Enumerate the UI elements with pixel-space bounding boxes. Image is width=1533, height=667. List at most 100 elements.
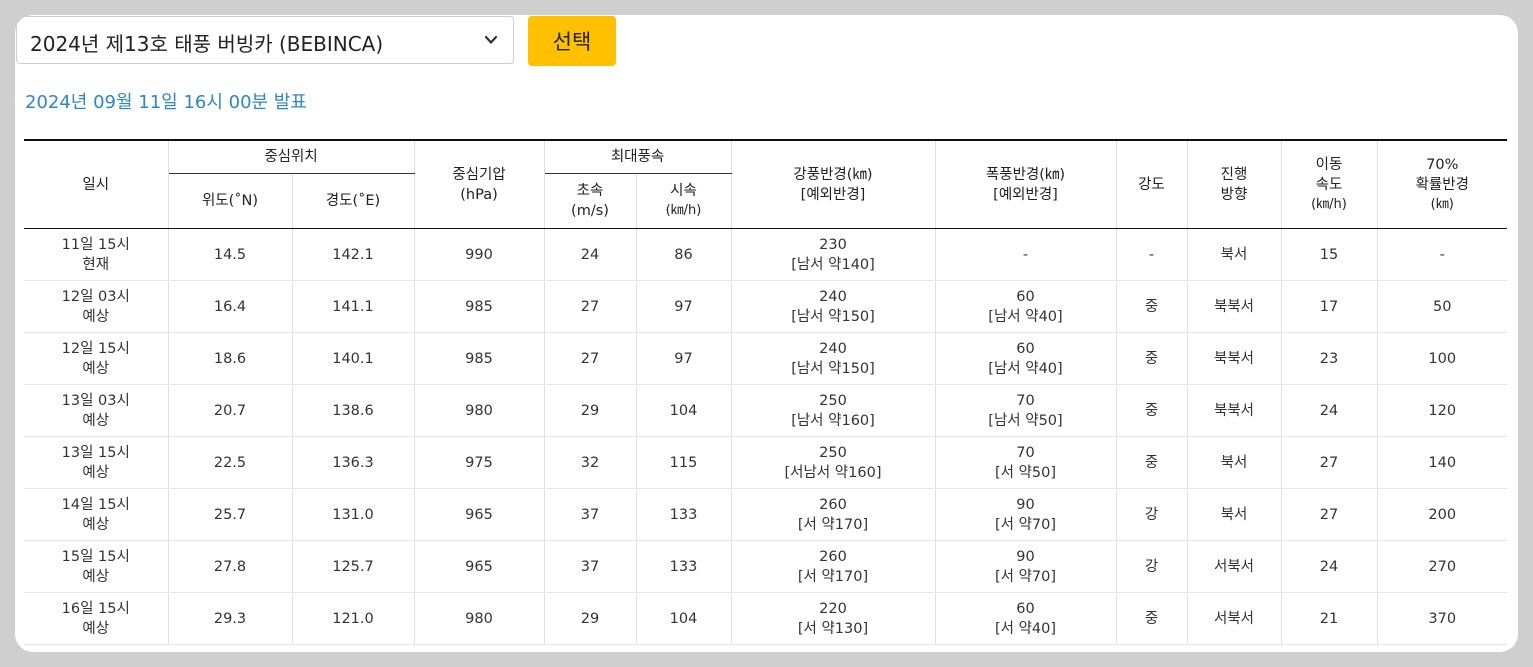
cell-datetime: 13일 15시 예상 bbox=[24, 436, 169, 489]
cell-wind-ms: 37 bbox=[543, 540, 637, 593]
typhoon-forecast-table: 일시 중심위치 중심기압 (hPa) 최대풍속 강풍반경(㎞) [예외반경] 폭풍반… bbox=[24, 139, 1507, 645]
cell-storm-radius: 90 [서 약70] bbox=[934, 488, 1117, 541]
table-row: 13일 15시 예상 22.5 136.3 975 32 115 250 [서남서 약160] 7… bbox=[24, 436, 1507, 489]
cell-datetime: 13일 03시 예상 bbox=[24, 384, 169, 437]
typhoon-select[interactable]: 2024년 제13호 태풍 버빙카 (BEBINCA) bbox=[16, 16, 514, 64]
cell-wind-ms: 37 bbox=[543, 488, 637, 541]
cell-strong-wind-radius: 220 [서 약130] bbox=[730, 592, 936, 645]
cell-move-speed: 24 bbox=[1280, 540, 1378, 593]
table-row: 13일 03시 예상 20.7 138.6 980 29 104 250 [남서 약160] 70… bbox=[24, 384, 1507, 437]
col-header-longitude: 경도(˚E) bbox=[291, 173, 415, 229]
cell-longitude: 138.6 bbox=[291, 384, 415, 437]
cell-latitude: 25.7 bbox=[167, 488, 293, 541]
cell-wind-ms: 29 bbox=[543, 384, 637, 437]
cell-intensity: - bbox=[1115, 228, 1188, 281]
col-header-intensity: 강도 bbox=[1115, 140, 1188, 229]
cell-wind-ms: 27 bbox=[543, 280, 637, 333]
cell-wind-kmh: 86 bbox=[635, 228, 732, 281]
cell-datetime: 11일 15시 현재 bbox=[24, 228, 169, 281]
table-row: 12일 03시 예상 16.4 141.1 985 27 97 240 [남서 약150] 60[… bbox=[24, 280, 1507, 333]
cell-intensity: 중 bbox=[1115, 436, 1188, 489]
table-row: 15일 15시 예상 27.8 125.7 965 37 133 260 [서 약170] 90[… bbox=[24, 540, 1507, 593]
cell-direction: 북서 bbox=[1186, 228, 1282, 281]
cell-move-speed: 24 bbox=[1280, 384, 1378, 437]
cell-wind-kmh: 133 bbox=[635, 488, 732, 541]
table-row: 16일 15시 예상 29.3 121.0 980 29 104 220 [서 약130] 60[… bbox=[24, 592, 1507, 645]
cell-longitude: 142.1 bbox=[291, 228, 415, 281]
cell-strong-wind-radius: 260 [서 약170] bbox=[730, 540, 936, 593]
col-header-wind-kmh: 시속 (㎞/h) bbox=[635, 173, 731, 229]
cell-strong-wind-radius: 250 [서남서 약160] bbox=[730, 436, 936, 489]
cell-datetime: 12일 03시 예상 bbox=[24, 280, 169, 333]
cell-intensity: 중 bbox=[1115, 592, 1188, 645]
cell-prob-radius: 100 bbox=[1376, 332, 1507, 385]
cell-prob-radius: 270 bbox=[1376, 540, 1507, 593]
col-header-datetime: 일시 bbox=[24, 140, 169, 229]
cell-latitude: 14.5 bbox=[167, 228, 293, 281]
table-row: 14일 15시 예상 25.7 131.0 965 37 133 260 [서 약170] 90[… bbox=[24, 488, 1507, 541]
col-header-strong-wind-radius: 강풍반경(㎞) [예외반경] bbox=[730, 140, 936, 229]
cell-move-speed: 27 bbox=[1280, 436, 1378, 489]
col-group-center-position: 중심위치 bbox=[167, 140, 415, 174]
cell-wind-kmh: 97 bbox=[635, 280, 732, 333]
cell-intensity: 강 bbox=[1115, 540, 1188, 593]
cell-wind-kmh: 104 bbox=[635, 592, 732, 645]
cell-storm-radius: 90 [서 약70] bbox=[934, 540, 1117, 593]
cell-pressure: 985 bbox=[413, 332, 545, 385]
cell-prob-radius: 120 bbox=[1376, 384, 1507, 437]
col-header-move-speed: 이동 속도 (㎞/h) bbox=[1280, 140, 1378, 229]
cell-wind-ms: 32 bbox=[543, 436, 637, 489]
cell-prob-radius: 200 bbox=[1376, 488, 1507, 541]
table-row: 12일 15시 예상 18.6 140.1 985 27 97 240 [남서 약150] 60[… bbox=[24, 332, 1507, 385]
cell-direction: 서북서 bbox=[1186, 540, 1282, 593]
cell-longitude: 141.1 bbox=[291, 280, 415, 333]
cell-prob-radius: 370 bbox=[1376, 592, 1507, 645]
cell-strong-wind-radius: 230 [남서 약140] bbox=[730, 228, 936, 281]
cell-prob-radius: 50 bbox=[1376, 280, 1507, 333]
forecast-panel: 2024년 제13호 태풍 버빙카 (BEBINCA) 선택 2024년 09월… bbox=[15, 15, 1518, 652]
cell-latitude: 20.7 bbox=[167, 384, 293, 437]
col-header-prob-radius: 70% 확률반경 (㎞) bbox=[1376, 140, 1507, 229]
cell-direction: 북서 bbox=[1186, 436, 1282, 489]
cell-longitude: 131.0 bbox=[291, 488, 415, 541]
cell-storm-radius: 60 [남서 약40] bbox=[934, 280, 1117, 333]
cell-storm-radius: - bbox=[934, 228, 1117, 281]
cell-datetime: 16일 15시 예상 bbox=[24, 592, 169, 645]
cell-pressure: 980 bbox=[413, 384, 545, 437]
cell-intensity: 중 bbox=[1115, 384, 1188, 437]
cell-longitude: 121.0 bbox=[291, 592, 415, 645]
cell-latitude: 16.4 bbox=[167, 280, 293, 333]
cell-wind-kmh: 97 bbox=[635, 332, 732, 385]
table-row: 11일 15시 현재 14.5 142.1 990 24 86 230 [남서 약140] - - 북… bbox=[24, 228, 1507, 281]
cell-storm-radius: 70 [서 약50] bbox=[934, 436, 1117, 489]
cell-wind-ms: 27 bbox=[543, 332, 637, 385]
select-button[interactable]: 선택 bbox=[528, 16, 616, 66]
cell-storm-radius: 60 [남서 약40] bbox=[934, 332, 1117, 385]
cell-intensity: 중 bbox=[1115, 332, 1188, 385]
cell-wind-ms: 29 bbox=[543, 592, 637, 645]
cell-prob-radius: - bbox=[1376, 228, 1507, 281]
cell-strong-wind-radius: 260 [서 약170] bbox=[730, 488, 936, 541]
cell-intensity: 중 bbox=[1115, 280, 1188, 333]
cell-longitude: 136.3 bbox=[291, 436, 415, 489]
col-header-pressure: 중심기압 (hPa) bbox=[413, 140, 545, 229]
cell-intensity: 강 bbox=[1115, 488, 1188, 541]
cell-latitude: 22.5 bbox=[167, 436, 293, 489]
cell-latitude: 27.8 bbox=[167, 540, 293, 593]
cell-pressure: 965 bbox=[413, 488, 545, 541]
cell-longitude: 125.7 bbox=[291, 540, 415, 593]
cell-direction: 서북서 bbox=[1186, 592, 1282, 645]
cell-move-speed: 23 bbox=[1280, 332, 1378, 385]
cell-datetime: 14일 15시 예상 bbox=[24, 488, 169, 541]
cell-pressure: 965 bbox=[413, 540, 545, 593]
cell-datetime: 12일 15시 예상 bbox=[24, 332, 169, 385]
cell-strong-wind-radius: 250 [남서 약160] bbox=[730, 384, 936, 437]
cell-direction: 북북서 bbox=[1186, 384, 1282, 437]
col-header-wind-ms: 초속 (m/s) bbox=[543, 173, 637, 229]
col-header-storm-radius: 폭풍반경(㎞) [예외반경] bbox=[934, 140, 1117, 229]
cell-latitude: 18.6 bbox=[167, 332, 293, 385]
cell-direction: 북서 bbox=[1186, 488, 1282, 541]
col-group-max-wind: 최대풍속 bbox=[543, 140, 732, 174]
cell-pressure: 980 bbox=[413, 592, 545, 645]
cell-strong-wind-radius: 240 [남서 약150] bbox=[730, 332, 936, 385]
